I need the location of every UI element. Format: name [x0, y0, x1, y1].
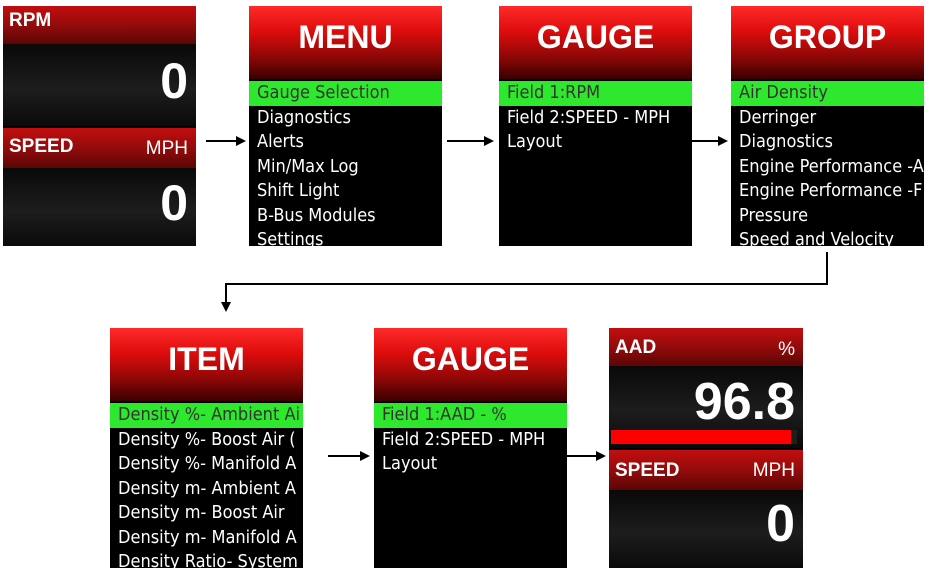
flow-arrows: [206, 136, 828, 461]
arrow-group-to-item: [221, 252, 828, 312]
